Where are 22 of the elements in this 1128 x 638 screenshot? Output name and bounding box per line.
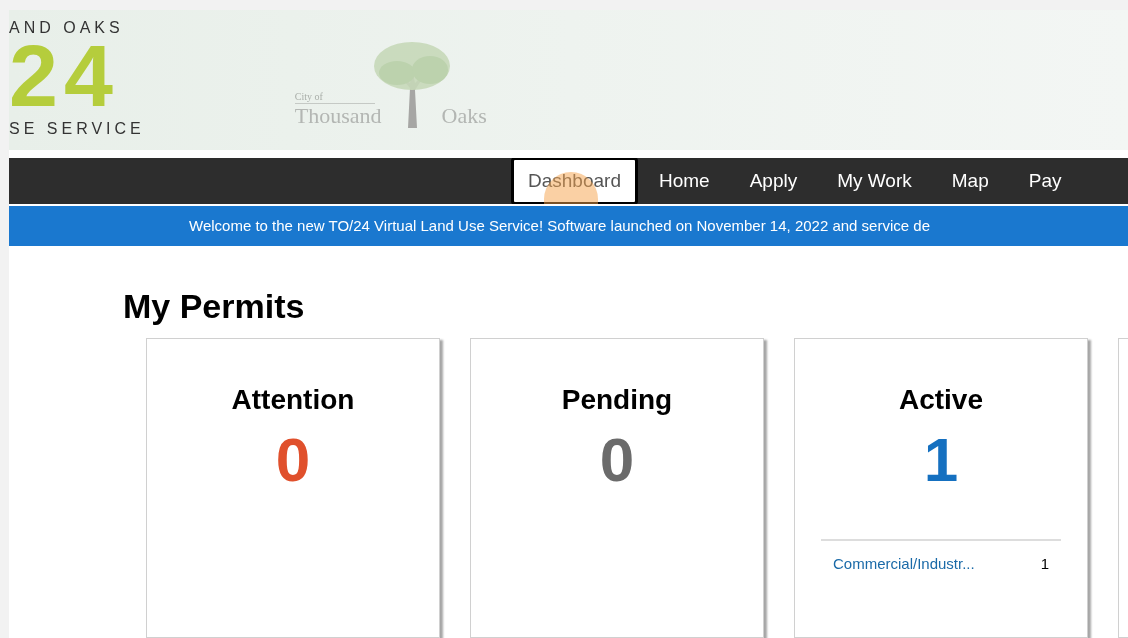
permit-type-link[interactable]: Commercial/Industr... [833,553,975,576]
city-logo-text: Oaks [441,104,487,128]
nav-tab[interactable]: Home [639,158,729,205]
permit-type-count: 1 [1040,554,1049,574]
permit-count: 1 [923,425,959,495]
city-logo-text: Thousand [294,104,382,128]
welcome-banner-text: Welcome to the new TO/24 Virtual Land Use Service! Software launched on November 14, 2022 and service de [189,215,930,236]
nav-tab[interactable]: My Work [818,158,931,205]
logo-number: 24 [9,38,119,114]
card-title: Pending [561,383,673,417]
card-title: Attention [231,383,355,417]
city-logo-text: City of [294,91,375,104]
page-title: My Permits [123,286,306,326]
permit-count: 0 [275,425,311,495]
logo-text: SE SERVICE [9,119,145,139]
card-title: Active [898,383,983,417]
nav-tab[interactable]: Pay [1009,158,1081,205]
permit-count: 0 [599,425,635,495]
logo-text: AND OAKS [9,18,125,38]
nav-tab[interactable]: Apply [730,158,817,205]
nav-tab[interactable]: Dashboard [511,158,638,205]
nav-tab[interactable]: Map [932,158,1008,205]
